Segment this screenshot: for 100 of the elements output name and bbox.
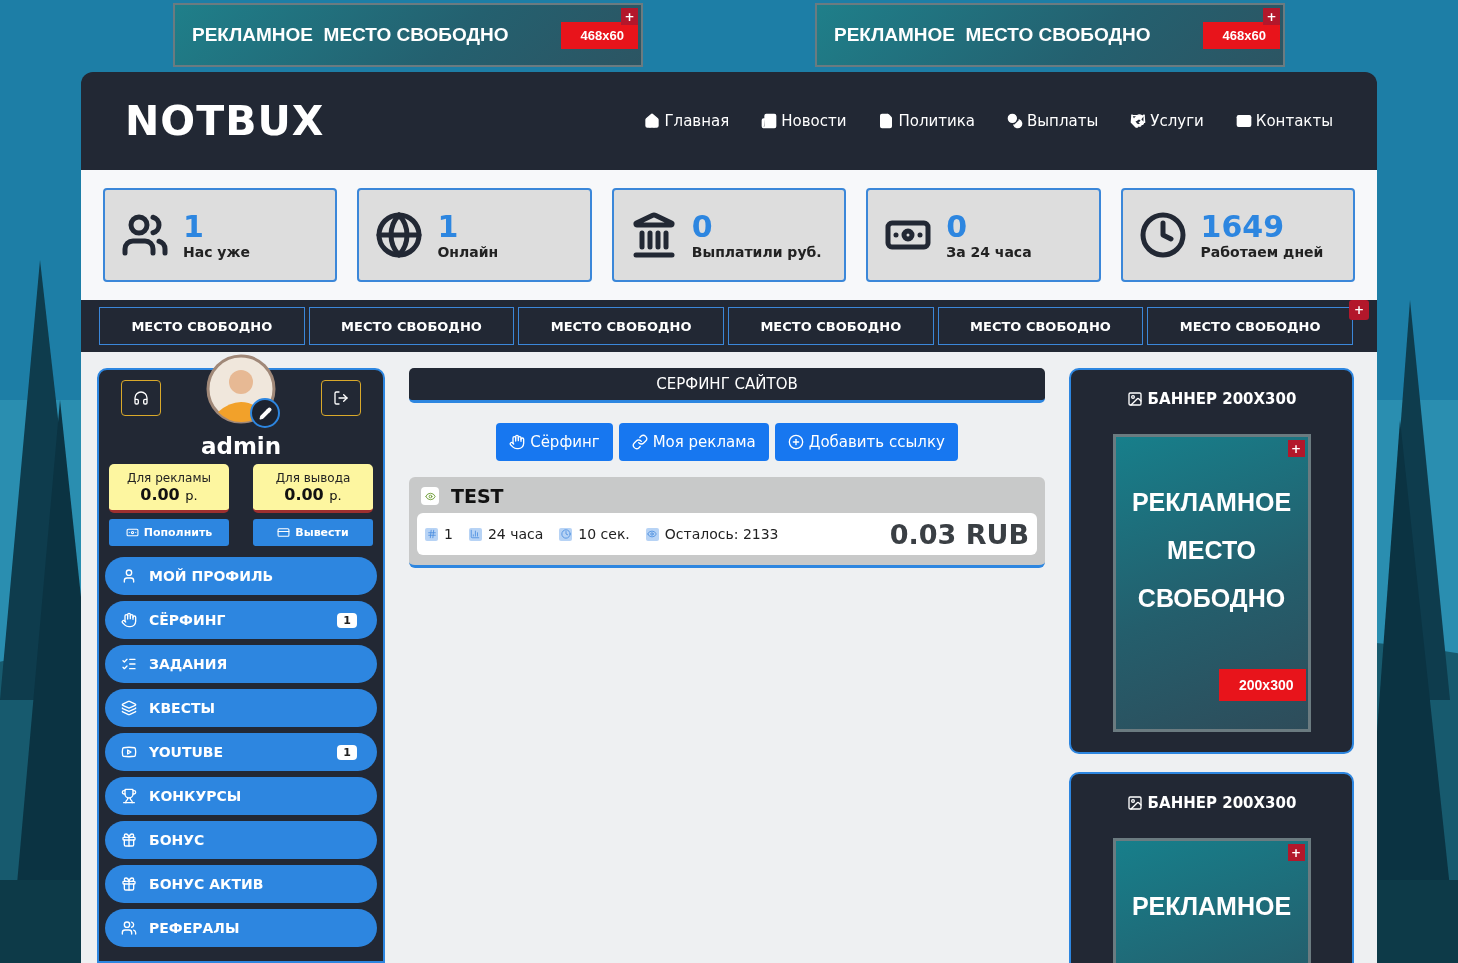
balance-button[interactable]: Пополнить: [109, 519, 229, 546]
add-button[interactable]: +: [621, 8, 638, 25]
balance-amount: 0.00 р.: [284, 484, 342, 504]
stat-label: Работаем дней: [1200, 244, 1324, 260]
balance-label: Для вывода: [275, 470, 351, 485]
menu-item[interactable]: YOUTUBE 1: [105, 733, 377, 771]
nav-link[interactable]: Контакты: [1235, 112, 1333, 130]
balance-label: Для рекламы: [127, 470, 211, 485]
menu-icon: [121, 700, 137, 716]
ad-slot-link[interactable]: МЕСТО СВОБОДНО: [308, 307, 515, 345]
menu-icon: [121, 656, 137, 672]
support-button[interactable]: [121, 380, 161, 416]
menu-icon: [121, 788, 137, 804]
ad-banner[interactable]: РЕКЛАМНОЕ МЕСТО СВОБОДНО 468x60 +: [815, 3, 1285, 67]
pencil-icon: [258, 406, 272, 420]
button-icon: [509, 434, 526, 450]
balance-button[interactable]: Вывести: [253, 519, 373, 546]
menu-icon: [121, 832, 137, 848]
image-icon: [1126, 391, 1143, 407]
ad-slot-link[interactable]: МЕСТО СВОБОДНО: [1147, 307, 1353, 345]
edit-button[interactable]: [250, 398, 280, 428]
add-button[interactable]: +: [1287, 440, 1305, 457]
nav-icon: [878, 113, 895, 129]
size-label: 200x300: [1219, 669, 1306, 701]
stat-value: 1: [437, 210, 460, 244]
add-button[interactable]: +: [1263, 8, 1280, 25]
menu-item[interactable]: СЁРФИНГ 1: [105, 601, 377, 639]
nav-link[interactable]: Новости: [761, 112, 847, 130]
add-button[interactable]: +: [1349, 300, 1369, 320]
banner-text: РЕКЛАМНОЕ МЕСТО СВОБОДНО: [834, 24, 1151, 46]
tab-button[interactable]: Сёрфинг: [496, 423, 613, 461]
ad-slot-link[interactable]: МЕСТО СВОБОДНО: [728, 307, 934, 345]
site-favicon-icon: [421, 487, 439, 505]
nav-link[interactable]: Услуги: [1130, 112, 1204, 130]
nav-link[interactable]: Выплаты: [1007, 112, 1099, 130]
ad-slot-link[interactable]: МЕСТО СВОБОДНО: [518, 307, 724, 345]
stat-label: За 24 часа: [946, 244, 1032, 260]
nav-link[interactable]: Главная: [644, 112, 730, 130]
ad-banner[interactable]: РЕКЛАМНОЕ МЕСТО СВОБОДНО 200x300 +: [1112, 434, 1311, 732]
balance-amount: 0.00 р.: [140, 484, 198, 504]
nav-icon: [1235, 113, 1252, 129]
banner-text: СВОБОДНО: [1137, 583, 1286, 614]
logo[interactable]: NOTBUX: [125, 97, 325, 145]
task-price: 0.03 RUB: [889, 518, 1029, 550]
menu-icon: [121, 612, 137, 628]
ad-slot-link[interactable]: МЕСТО СВОБОДНО: [99, 307, 305, 345]
stat-label: Онлайн: [437, 244, 499, 260]
size-label: 468x60: [1202, 21, 1280, 49]
stat-label: Нас уже: [183, 244, 250, 260]
menu-icon: [121, 568, 137, 584]
clock-icon: [559, 527, 573, 541]
nav-link[interactable]: Политика: [878, 112, 975, 130]
count-badge: 1: [337, 612, 357, 628]
logout-icon: [333, 390, 349, 406]
count-badge: 1: [337, 744, 357, 760]
banner-title: БАННЕР 200X300: [1126, 390, 1297, 408]
menu-item[interactable]: МОЙ ПРОФИЛЬ: [105, 557, 377, 595]
banner-text: РЕКЛАМНОЕ: [1131, 891, 1292, 922]
nav-icon: [1007, 113, 1023, 129]
menu-icon: [121, 744, 137, 760]
nav-icon: [1130, 113, 1147, 129]
button-icon: [631, 434, 648, 450]
task-duration: 10 сек.: [578, 526, 630, 542]
image-icon: [1126, 795, 1143, 811]
menu-icon: [121, 920, 137, 936]
nav-icon: [761, 113, 778, 129]
tab-button[interactable]: Добавить ссылку: [774, 423, 958, 461]
stat-icon: [1138, 211, 1187, 259]
button-icon: [787, 434, 804, 450]
money-icon: [125, 526, 139, 539]
ad-slot-link[interactable]: МЕСТО СВОБОДНО: [937, 307, 1144, 345]
menu-item[interactable]: КВЕСТЫ: [105, 689, 377, 727]
ad-banner[interactable]: РЕКЛАМНОЕ +: [1112, 838, 1311, 963]
logout-button[interactable]: [321, 380, 361, 416]
add-button[interactable]: +: [1287, 844, 1305, 861]
menu-item[interactable]: ЗАДАНИЯ: [105, 645, 377, 683]
stat-value: 0: [691, 210, 714, 244]
stat-value: 1: [183, 210, 205, 244]
banner-text: МЕСТО: [1167, 535, 1256, 566]
headset-icon: [133, 390, 149, 406]
stat-value: 1649: [1200, 210, 1286, 244]
section-title: СЕРФИНГ САЙТОВ: [409, 368, 1045, 403]
banner-text: РЕКЛАМНОЕ МЕСТО СВОБОДНО: [192, 24, 509, 46]
menu-item[interactable]: БОНУС АКТИВ: [105, 865, 377, 903]
size-label: 468x60: [560, 21, 638, 49]
stat-label: Выплатили руб.: [691, 244, 822, 260]
eye-icon: [645, 527, 659, 541]
ad-banner[interactable]: РЕКЛАМНОЕ МЕСТО СВОБОДНО 468x60 +: [173, 3, 643, 67]
menu-item[interactable]: БОНУС: [105, 821, 377, 859]
task-period: 24 часа: [487, 526, 544, 542]
banner-text: РЕКЛАМНОЕ: [1131, 487, 1292, 518]
menu-item[interactable]: РЕФЕРАЛЫ: [105, 909, 377, 947]
menu-item[interactable]: КОНКУРСЫ: [105, 777, 377, 815]
stat-icon: [375, 211, 424, 259]
hash-icon: [425, 527, 438, 541]
tab-button[interactable]: Моя реклама: [618, 423, 769, 461]
banner-title: БАННЕР 200X300: [1126, 794, 1297, 812]
task-remaining: Осталось: 2133: [664, 526, 779, 542]
stat-value: 0: [946, 210, 969, 244]
task-title[interactable]: TEST: [451, 485, 504, 507]
